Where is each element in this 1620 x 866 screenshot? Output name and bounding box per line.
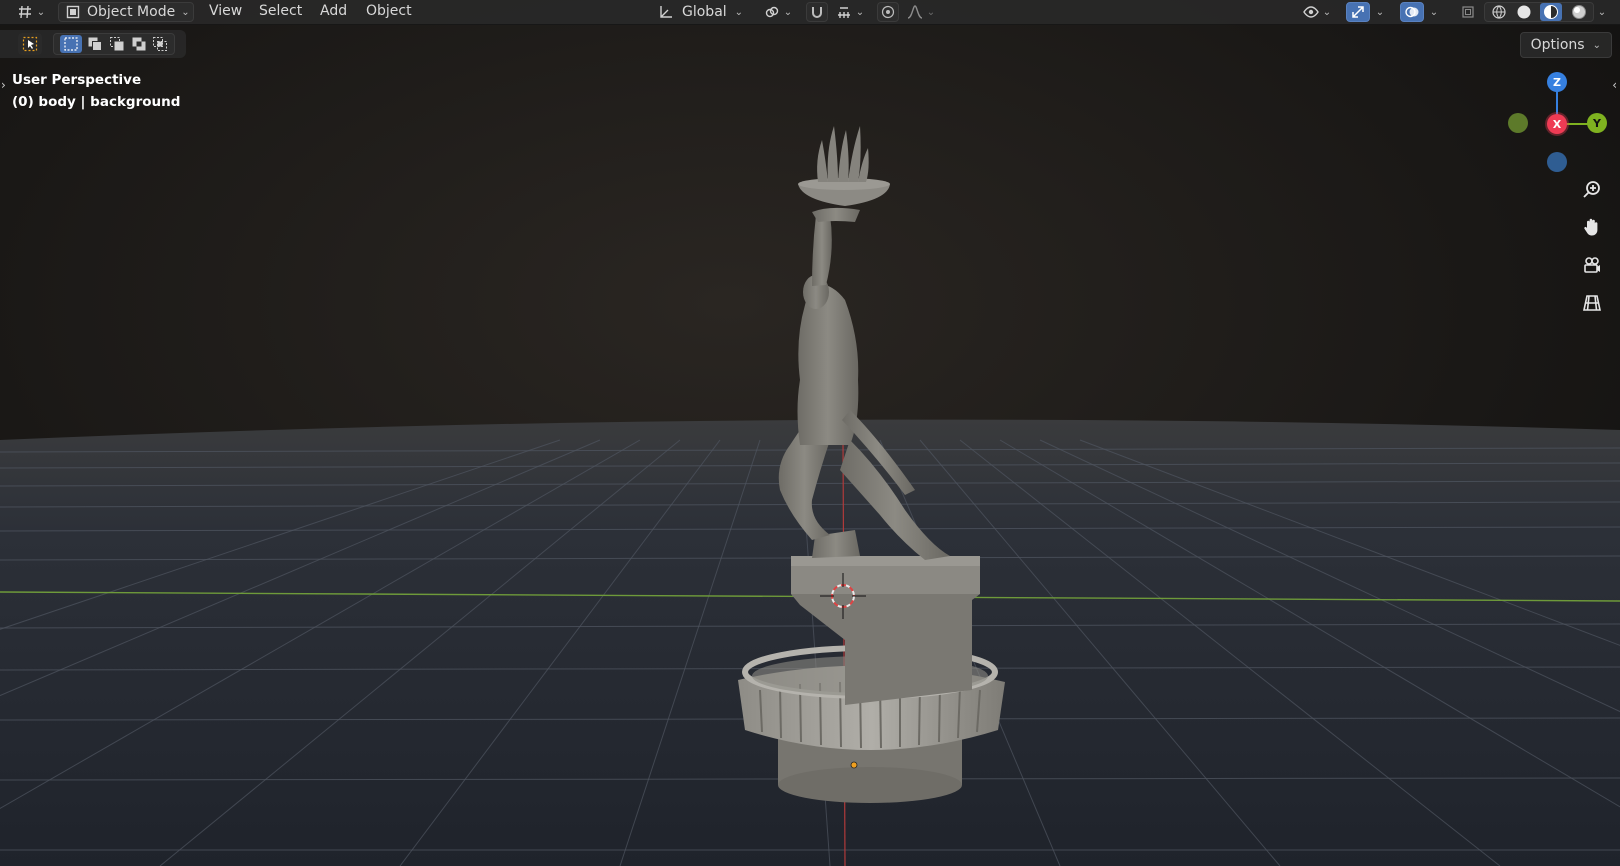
left-panel-expand-icon[interactable]: › <box>1 78 6 92</box>
right-panel-expand-icon[interactable]: ‹ <box>1612 78 1617 92</box>
gizmo-y-axis[interactable]: Y <box>1587 113 1607 133</box>
object-mode-icon <box>66 5 80 19</box>
material-shading-icon <box>1544 5 1559 19</box>
xray-icon <box>1462 6 1474 18</box>
zoom-button[interactable] <box>1580 178 1604 202</box>
camera-view-button[interactable] <box>1580 253 1604 277</box>
pivot-point-button[interactable]: ⌄ <box>760 2 796 22</box>
perspective-toggle-button[interactable] <box>1580 291 1604 315</box>
select-extend-icon[interactable] <box>87 36 103 52</box>
orthographic-grid-icon <box>1583 295 1601 311</box>
options-label: Options <box>1530 37 1585 53</box>
viewport-header: ⌄ Object Mode ⌄ View Select Add Object G… <box>0 0 1620 25</box>
xray-toggle[interactable] <box>1457 2 1479 22</box>
tool-settings-bar <box>0 30 186 58</box>
rendered-shading-icon[interactable] <box>1571 4 1587 20</box>
select-new-icon <box>64 37 78 51</box>
snap-toggle[interactable] <box>806 2 828 22</box>
orientation-axes-icon <box>660 6 672 18</box>
overlays-icon <box>1405 6 1419 18</box>
gizmo-neg-y-axis[interactable] <box>1508 113 1528 133</box>
proportional-edit-icon <box>881 5 895 19</box>
gizmo-arrow-icon <box>1352 6 1364 18</box>
selection-mode-group <box>53 33 175 55</box>
viewport-grid-icon <box>18 5 31 19</box>
overlays-toggle[interactable] <box>1400 2 1424 22</box>
pivot-link-icon <box>765 6 778 18</box>
3d-viewport[interactable]: User Perspective (0) body | background ›… <box>0 0 1620 866</box>
visibility-dropdown[interactable]: ⌄ <box>1298 2 1336 22</box>
wireframe-shading-icon[interactable] <box>1491 4 1507 20</box>
pan-hand-icon <box>1584 218 1598 236</box>
object-info-label: (0) body | background <box>12 94 181 110</box>
mode-label: Object Mode <box>87 4 176 20</box>
snap-target-dropdown[interactable]: ⌄ <box>830 2 870 22</box>
object-origin-dot <box>850 761 858 769</box>
orientation-label: Global <box>682 4 727 20</box>
menu-view[interactable]: View <box>209 3 242 19</box>
gizmo-neg-z-axis[interactable] <box>1547 152 1567 172</box>
select-difference-icon[interactable] <box>131 36 147 52</box>
shading-modes <box>1484 2 1594 22</box>
gizmo-toggle[interactable] <box>1346 2 1370 22</box>
gizmo-dropdown[interactable]: ⌄ <box>1372 2 1388 22</box>
solid-shading-icon[interactable] <box>1516 4 1532 20</box>
proportional-editing-toggle[interactable] <box>877 2 899 22</box>
view-name-label: User Perspective <box>12 72 142 88</box>
transform-orientation-dropdown[interactable]: Global ⌄ <box>654 2 752 22</box>
options-dropdown[interactable]: Options ⌄ <box>1519 32 1612 58</box>
visibility-eye-icon <box>1302 6 1319 18</box>
zoom-icon <box>1583 181 1600 198</box>
falloff-dropdown[interactable]: ⌄ <box>903 2 939 22</box>
camera-view-icon <box>1584 257 1600 273</box>
menu-add[interactable]: Add <box>320 3 347 19</box>
overlays-dropdown[interactable]: ⌄ <box>1426 2 1442 22</box>
shading-dropdown[interactable]: ⌄ <box>1594 2 1610 22</box>
menu-select[interactable]: Select <box>259 3 302 19</box>
gizmo-x-axis[interactable]: X <box>1547 114 1567 134</box>
falloff-curve-icon <box>907 5 923 19</box>
material-shading-active[interactable] <box>1540 3 1563 21</box>
menu-object[interactable]: Object <box>366 3 412 19</box>
editor-type-button[interactable]: ⌄ <box>12 2 50 22</box>
snap-increment-icon <box>837 7 850 18</box>
select-box-tool-icon <box>22 36 38 52</box>
pan-button[interactable] <box>1580 215 1604 239</box>
select-new-button[interactable] <box>59 35 82 53</box>
mode-dropdown[interactable]: Object Mode ⌄ <box>58 2 194 22</box>
viewport-scene[interactable] <box>0 0 1620 866</box>
select-intersect-icon[interactable] <box>152 36 168 52</box>
select-subtract-icon[interactable] <box>109 36 125 52</box>
gizmo-z-axis[interactable]: Z <box>1547 72 1567 92</box>
active-tool-button[interactable] <box>18 33 42 55</box>
magnet-icon <box>812 7 822 18</box>
navigation-gizmo[interactable]: Z Y X <box>1500 68 1610 178</box>
